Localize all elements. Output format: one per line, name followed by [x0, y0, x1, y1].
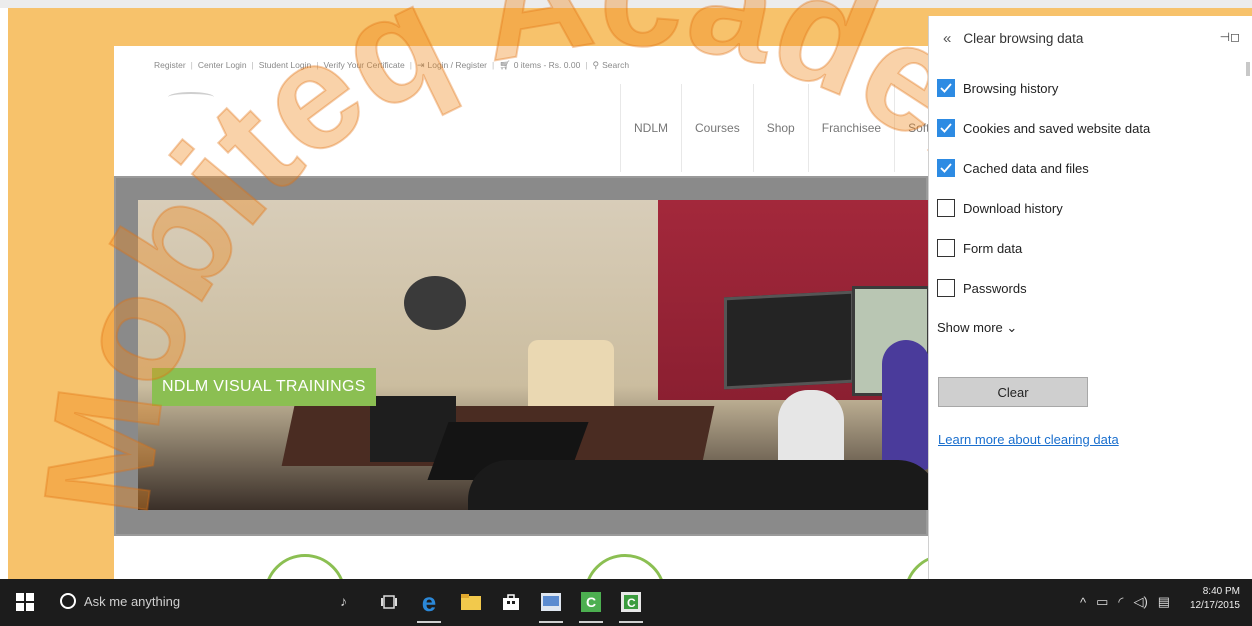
svg-text:C: C [627, 596, 636, 610]
system-tray: ^ ▭ ◜ ◁) ▤ [1080, 594, 1170, 610]
photo-audience [468, 460, 928, 510]
task-view-icon[interactable] [374, 587, 404, 617]
cortana-icon [60, 593, 76, 609]
option-download-history[interactable]: Download history [937, 197, 1063, 219]
option-label: Form data [963, 240, 1023, 256]
separator: | [190, 60, 193, 70]
camtasia-icon[interactable]: C [576, 587, 606, 623]
option-browsing-history[interactable]: Browsing history [937, 77, 1058, 99]
windows-start-icon[interactable] [14, 591, 36, 613]
checkbox-unchecked-icon[interactable] [937, 199, 955, 217]
option-label: Browsing history [963, 80, 1059, 96]
file-explorer-icon[interactable] [456, 587, 486, 617]
photo-student [882, 340, 928, 470]
learn-more-link[interactable]: Learn more about clearing data [938, 432, 1119, 447]
battery-icon[interactable]: ▭ [1096, 594, 1108, 610]
checkbox-unchecked-icon[interactable] [937, 279, 955, 297]
notifications-icon[interactable]: ▤ [1158, 594, 1170, 610]
hero-banner: NDLM VISUAL TRAININGS [114, 176, 928, 536]
nav-courses[interactable]: Courses [682, 84, 754, 172]
option-passwords[interactable]: Passwords [937, 277, 1027, 299]
left-edge [0, 8, 8, 579]
pin-icon[interactable]: ⊣◻ [1220, 30, 1240, 44]
store-icon[interactable] [496, 587, 526, 617]
option-label: Cached data and files [963, 160, 1089, 176]
feature-circles [114, 546, 928, 579]
option-label: Passwords [963, 280, 1027, 296]
wifi-icon[interactable]: ◜ [1118, 594, 1123, 610]
panel-title: Clear browsing data [963, 30, 1084, 46]
nav-ndlm[interactable]: NDLM [621, 84, 683, 172]
show-more-link[interactable]: Show more ⌄ [937, 320, 1017, 336]
separator: | [585, 60, 588, 70]
checkbox-checked-icon[interactable] [937, 159, 955, 177]
clear-browsing-data-panel: « Clear browsing data ⊣◻ Browsing histor… [928, 16, 1252, 579]
hero-photo [138, 200, 928, 510]
option-label: Cookies and saved website data [963, 120, 1151, 136]
site-search-link[interactable]: Search [602, 60, 629, 70]
photo-fan [404, 276, 466, 330]
option-form-data[interactable]: Form data [937, 237, 1022, 259]
option-cached-data[interactable]: Cached data and files [937, 157, 1089, 179]
cortana-search[interactable]: Ask me anything [60, 593, 180, 609]
cart-icon: 🛒︎ [499, 59, 511, 70]
student-login-link[interactable]: Student Login [259, 60, 311, 70]
camtasia-recorder-icon[interactable]: C [616, 587, 646, 623]
photo-tv [724, 290, 854, 390]
separator: | [492, 60, 495, 70]
verify-certificate-link[interactable]: Verify Your Certificate [323, 60, 404, 70]
feature-circle[interactable] [904, 554, 928, 579]
separator: | [251, 60, 254, 70]
chevron-up-icon[interactable]: ^ [1080, 595, 1086, 610]
hero-label: NDLM VISUAL TRAININGS [152, 368, 376, 406]
feature-circle[interactable] [264, 554, 346, 579]
clock[interactable]: 8:40 PM 12/17/2015 [1190, 585, 1240, 613]
desktop-screen: Register | Center Login | Student Login … [0, 0, 1252, 579]
register-link[interactable]: Register [154, 60, 186, 70]
app-icon[interactable] [536, 587, 566, 623]
site-logo[interactable] [168, 92, 214, 102]
microphone-icon[interactable]: ♪ [340, 593, 347, 609]
separator: | [316, 60, 319, 70]
svg-text:C: C [586, 594, 596, 610]
center-login-link[interactable]: Center Login [198, 60, 247, 70]
browser-top-strip [0, 0, 1252, 8]
login-icon: ⇥ [416, 59, 425, 70]
cortana-placeholder: Ask me anything [84, 593, 181, 609]
search-icon: ⚲ [592, 59, 600, 70]
checkbox-checked-icon[interactable] [937, 79, 955, 97]
edge-browser-icon[interactable]: e [414, 587, 444, 623]
nav-shop[interactable]: Shop [754, 84, 809, 172]
feature-circle[interactable] [584, 554, 666, 579]
panel-header: « Clear browsing data [929, 16, 1252, 60]
volume-icon[interactable]: ◁) [1133, 594, 1147, 610]
nav-software[interactable]: Softw [895, 84, 928, 172]
cart-link[interactable]: 0 items - Rs. 0.00 [514, 60, 581, 70]
nav-franchisee[interactable]: Franchisee [809, 84, 896, 172]
checkbox-checked-icon[interactable] [937, 119, 955, 137]
checkbox-unchecked-icon[interactable] [937, 239, 955, 257]
site-topbar: Register | Center Login | Student Login … [114, 46, 928, 84]
option-label: Download history [963, 200, 1063, 216]
login-register-link[interactable]: Login / Register [427, 60, 487, 70]
separator: | [409, 60, 412, 70]
clock-time: 8:40 PM [1202, 586, 1240, 597]
site-nav: NDLM Courses Shop Franchisee Softw [620, 84, 928, 172]
clear-button[interactable]: Clear [938, 377, 1088, 407]
taskbar: Ask me anything ♪ e C C ^ ▭ ◜ ◁) ▤ 8:40 … [0, 579, 1252, 626]
option-cookies[interactable]: Cookies and saved website data [937, 117, 1150, 139]
panel-scrollbar[interactable] [1246, 62, 1250, 76]
website-page: Register | Center Login | Student Login … [114, 46, 928, 579]
back-chevron-icon[interactable]: « [943, 30, 951, 47]
clock-date: 12/17/2015 [1189, 600, 1240, 611]
